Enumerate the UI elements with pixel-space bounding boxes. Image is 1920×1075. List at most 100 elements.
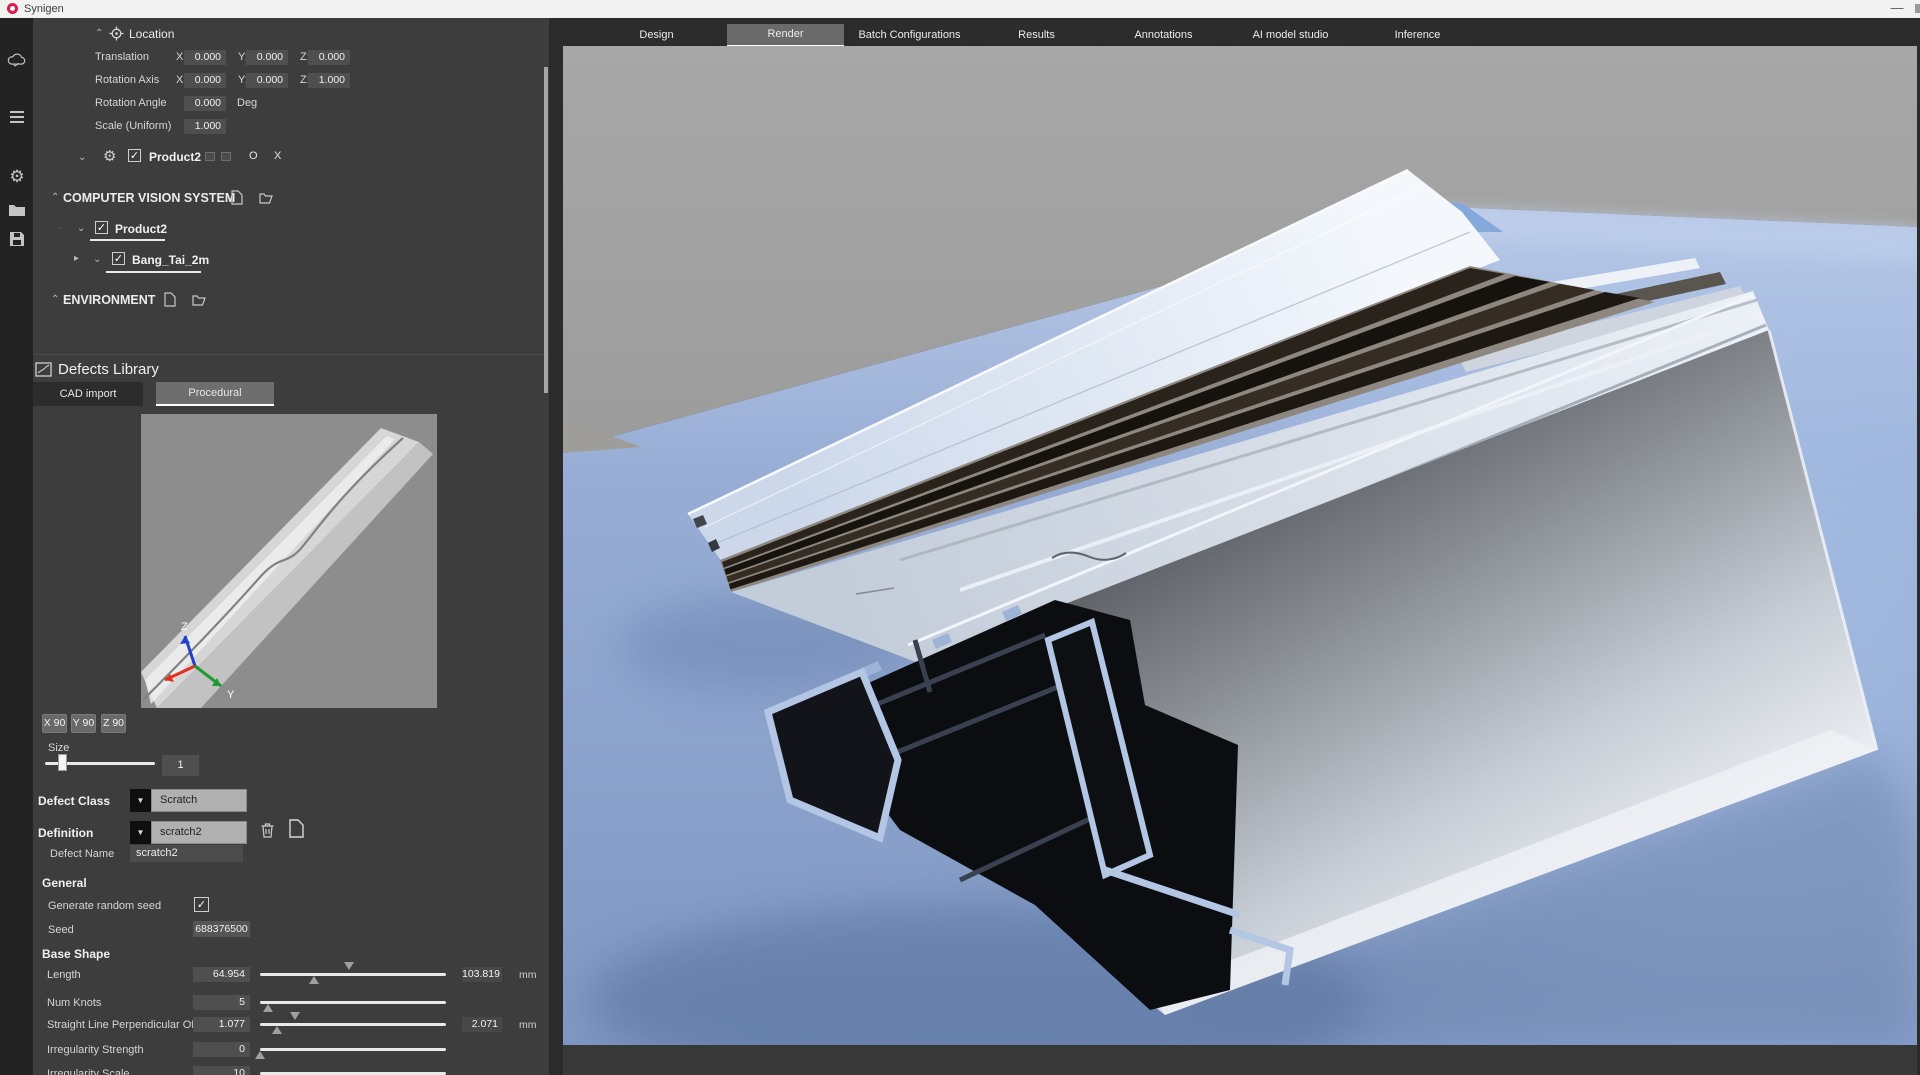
slpo-value-field[interactable]: 1.077	[193, 1017, 250, 1032]
rotation-angle-unit: Deg	[237, 97, 257, 109]
collapse-caret-icon[interactable]: ⌄	[78, 152, 86, 163]
icon-rail: ⚙	[0, 18, 33, 1075]
new-document-icon[interactable]	[231, 190, 243, 208]
tab-render[interactable]: Render	[727, 24, 844, 47]
definition-label: Definition	[38, 826, 93, 840]
tree-node-label[interactable]: Product2	[115, 222, 167, 236]
expand-caret-icon[interactable]: ⌄	[93, 254, 101, 265]
num-knots-label: Num Knots	[47, 997, 101, 1009]
tab-procedural[interactable]: Procedural	[156, 382, 274, 406]
base-shape-section-title: Base Shape	[42, 947, 110, 961]
toggle-icon-a[interactable]	[205, 152, 215, 161]
length-lower-marker[interactable]	[309, 976, 319, 984]
rotate-x90-button[interactable]: X 90	[42, 714, 67, 733]
rotate-z90-button[interactable]: Z 90	[101, 714, 126, 733]
rotation-axis-x-field[interactable]: 0.000	[184, 73, 226, 88]
size-slider-thumb[interactable]	[58, 754, 67, 771]
definition-dropdown-caret[interactable]: ▼	[130, 821, 151, 844]
num-knots-slider-track[interactable]	[260, 1001, 446, 1004]
slpo-upper-marker[interactable]	[290, 1012, 300, 1020]
seed-input[interactable]: 688376500	[193, 921, 250, 937]
folder-icon[interactable]	[6, 203, 28, 225]
length-upper-marker[interactable]	[344, 962, 354, 970]
random-seed-checkbox[interactable]: ✓	[194, 897, 209, 912]
new-document-icon[interactable]	[164, 292, 176, 310]
expand-arrow-icon[interactable]: ▸	[74, 253, 79, 264]
defect-name-input[interactable]: scratch2	[130, 845, 243, 862]
defect-preview-viewport[interactable]: Z Y	[141, 414, 437, 708]
slpo-lower-marker[interactable]	[272, 1026, 282, 1034]
save-floppy-icon[interactable]	[6, 231, 28, 253]
toggle-icon-b[interactable]	[221, 152, 231, 161]
axis-z-label: Z	[181, 621, 188, 633]
product-row-name[interactable]: Product2	[149, 150, 201, 164]
delete-trash-icon[interactable]	[261, 822, 274, 841]
size-label: Size	[48, 742, 69, 754]
scale-label: Scale (Uniform)	[95, 120, 171, 132]
panel-scrollbar[interactable]	[544, 67, 548, 393]
collapse-caret-icon[interactable]: ⌃	[51, 192, 59, 203]
defect-class-dropdown-caret[interactable]: ▼	[130, 789, 151, 812]
product-checkbox[interactable]: ✓	[128, 149, 141, 162]
location-icon	[109, 26, 124, 44]
tree-node-checkbox[interactable]: ✓	[112, 252, 125, 265]
rotation-axis-z-field[interactable]: 1.000	[308, 73, 350, 88]
settings-gear-icon[interactable]: ⚙	[6, 166, 28, 188]
tab-results[interactable]: Results	[978, 24, 1095, 46]
rotation-angle-field[interactable]: 0.000	[184, 96, 226, 111]
open-folder-icon[interactable]	[259, 191, 274, 207]
cvs-section-header[interactable]: COMPUTER VISION SYSTEM	[63, 191, 235, 205]
irregularity-scale-value-field[interactable]: 10	[193, 1066, 250, 1075]
translation-x-field[interactable]: 0.000	[184, 50, 226, 65]
collapse-caret-icon[interactable]: ⌃	[51, 294, 59, 305]
defects-library-title: Defects Library	[58, 361, 159, 378]
tab-design[interactable]: Design	[598, 24, 715, 46]
tab-batch-configurations[interactable]: Batch Configurations	[851, 24, 968, 46]
minimize-button[interactable]: —	[1882, 0, 1912, 17]
open-folder-icon[interactable]	[192, 293, 207, 309]
tab-cad-import[interactable]: CAD import	[33, 382, 143, 406]
expand-caret-icon[interactable]: ⌄	[77, 223, 85, 234]
irregularity-strength-marker[interactable]	[255, 1051, 265, 1059]
environment-section-header[interactable]: ENVIRONMENT	[63, 293, 155, 307]
product-gear-icon[interactable]: ⚙	[103, 147, 116, 165]
tree-node-checkbox[interactable]: ✓	[95, 221, 108, 234]
irregularity-strength-slider-track[interactable]	[260, 1048, 446, 1051]
window-control-sliver[interactable]	[1915, 4, 1920, 13]
num-knots-value-field[interactable]: 5	[193, 995, 250, 1010]
tab-inference[interactable]: Inference	[1359, 24, 1476, 46]
length-value-field[interactable]: 64.954	[193, 967, 250, 982]
app-window: Synigen — ⚙ ⌃ Location Translation X: 0.…	[0, 0, 1920, 1075]
ghost-button[interactable]: O	[249, 150, 258, 162]
irregularity-scale-label: Irregularity Scale	[47, 1068, 130, 1075]
rotation-axis-y-field[interactable]: 0.000	[246, 73, 288, 88]
size-value-field[interactable]: 1	[162, 755, 199, 776]
new-definition-doc-icon[interactable]	[289, 819, 304, 841]
translation-z-field[interactable]: 0.000	[308, 50, 350, 65]
irregularity-strength-value-field[interactable]: 0	[193, 1042, 250, 1057]
tree-node-label[interactable]: Bang_Tai_2m	[132, 253, 209, 267]
close-x-button[interactable]: X	[274, 150, 281, 162]
rotate-y90-button[interactable]: Y 90	[71, 714, 96, 733]
rotation-axis-label: Rotation Axis	[95, 74, 159, 86]
defect-name-label: Defect Name	[50, 848, 114, 860]
slpo-max-field[interactable]: 2.071	[462, 1017, 502, 1032]
menu-hamburger-icon[interactable]	[6, 108, 28, 130]
scale-field[interactable]: 1.000	[184, 119, 226, 134]
defect-class-dropdown[interactable]: Scratch	[151, 789, 247, 812]
tab-ai-model-studio[interactable]: AI model studio	[1232, 24, 1349, 46]
definition-dropdown[interactable]: scratch2	[151, 821, 247, 844]
tab-annotations[interactable]: Annotations	[1105, 24, 1222, 46]
app-logo-icon	[7, 3, 18, 14]
collapse-caret-icon[interactable]: ⌃	[95, 28, 103, 39]
title-bar: Synigen —	[0, 0, 1920, 18]
slpo-slider-track[interactable]	[260, 1023, 446, 1026]
length-label: Length	[47, 969, 81, 981]
length-max-field[interactable]: 103.819	[462, 967, 502, 982]
length-slider-track[interactable]	[260, 973, 446, 976]
num-knots-marker[interactable]	[263, 1004, 273, 1012]
cloud-icon[interactable]	[6, 51, 28, 73]
app-title: Synigen	[24, 3, 64, 15]
translation-y-field[interactable]: 0.000	[246, 50, 288, 65]
render-3d-viewport[interactable]	[563, 46, 1917, 1045]
